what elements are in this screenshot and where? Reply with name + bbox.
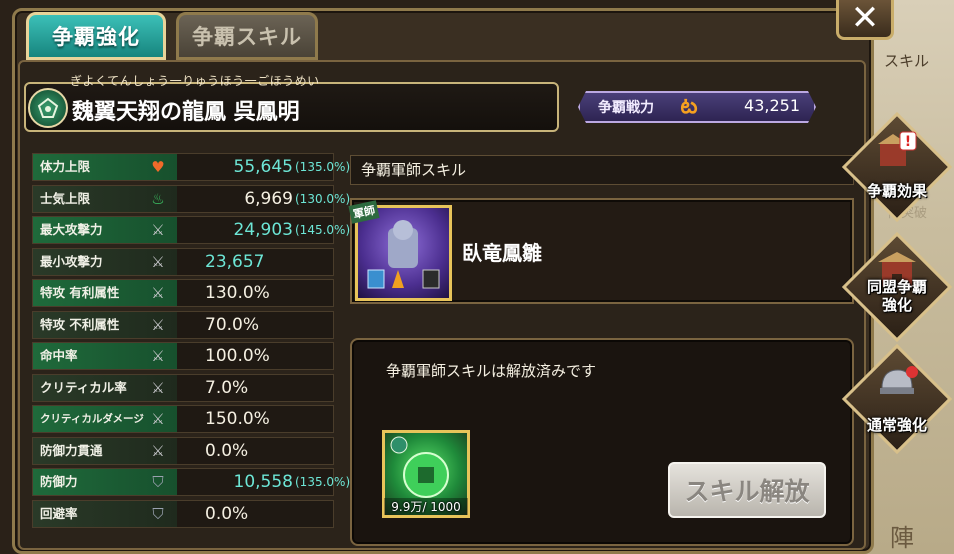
stat-percent: (145.0%) bbox=[295, 223, 351, 237]
fortress-alert-icon: ! bbox=[876, 130, 918, 170]
character-name-ruby: ぎよくてんしょう一りゅうほう一ごほうめい bbox=[70, 74, 320, 88]
stat-row: 防御力 ⛉ 10,558 (135.0%) bbox=[32, 468, 350, 496]
stat-row: 最小攻撃力 ⚔ 23,657 bbox=[32, 247, 334, 276]
stat-value: 10,558 bbox=[233, 472, 293, 492]
stat-row: 士気上限 ♨ 6,969 (130.0%) bbox=[32, 184, 350, 213]
stat-row: クリティカルダメージ ⚔ 150.0% bbox=[32, 405, 334, 433]
sword-icon: ⚔ bbox=[151, 252, 165, 271]
stat-value: 24,903 bbox=[233, 220, 293, 240]
stat-row: 命中率 ⚔ 100.0% bbox=[32, 342, 334, 370]
side-menu-label: 同盟争覇 強化 bbox=[866, 278, 927, 314]
stat-value: 23,657 bbox=[205, 251, 265, 272]
sword-icon: ⚔ bbox=[151, 284, 165, 302]
sword-icon: ⚔ bbox=[151, 315, 165, 334]
stat-value: 7.0% bbox=[205, 377, 249, 398]
side-menu-normal-enhance[interactable]: 通常強化 bbox=[841, 343, 953, 455]
stat-row: 回避率 ⛉ 0.0% bbox=[32, 499, 334, 528]
side-menu-label: 争覇効果 bbox=[866, 182, 927, 200]
helmet-scroll-icon bbox=[876, 362, 918, 402]
shield-icon: ⛉ bbox=[152, 473, 164, 491]
stat-row: クリティカル率 ⚔ 7.0% bbox=[32, 373, 334, 402]
battle-power-label: 争覇戦力 bbox=[598, 100, 654, 116]
stat-value: 100.0% bbox=[205, 346, 270, 366]
item-count: 9.9万/ 1000 bbox=[384, 498, 468, 515]
stat-row: 特攻 有利属性 ⚔ 130.0% bbox=[32, 279, 334, 307]
attribute-emblem-icon bbox=[28, 88, 68, 128]
stat-row: 特攻 不利属性 ⚔ 70.0% bbox=[32, 310, 334, 339]
svg-text:!: ! bbox=[905, 134, 911, 150]
side-menu-alliance-enhance[interactable]: 同盟争覇 強化 bbox=[841, 231, 953, 343]
character-name: 魏翼天翔の龍鳳 呉鳳明 bbox=[72, 100, 300, 125]
sword-icon: ⚔ bbox=[151, 410, 165, 428]
sword-icon: ⚔ bbox=[151, 347, 165, 365]
stat-row: 最大攻撃力 ⚔ 24,903 (145.0%) bbox=[32, 216, 350, 244]
stat-value: 130.0% bbox=[205, 283, 270, 303]
stat-row: 防御力貫通 ⚔ 0.0% bbox=[32, 436, 334, 465]
tab-battle-enhance[interactable]: 争覇強化 bbox=[26, 12, 166, 60]
shield-icon: ⛉ bbox=[152, 504, 164, 523]
stat-percent: (130.0%) bbox=[295, 191, 351, 206]
background-text: スキル bbox=[884, 52, 930, 70]
sword-icon: ⚔ bbox=[151, 378, 165, 397]
stat-value: 55,645 bbox=[233, 157, 293, 177]
tab-battle-skill[interactable]: 争覇スキル bbox=[176, 12, 318, 60]
heart-icon: ♥ bbox=[151, 158, 165, 176]
stat-value: 0.0% bbox=[205, 440, 249, 461]
skill-status-message: 争覇軍師スキルは解放済みです bbox=[386, 362, 597, 380]
skill-unlock-button[interactable]: スキル解放 bbox=[668, 462, 826, 518]
green-flame-icon: ♨ bbox=[151, 189, 165, 208]
stat-value: 150.0% bbox=[205, 409, 270, 429]
stat-percent: (135.0%) bbox=[295, 160, 351, 174]
stat-row: 体力上限 ♥ 55,645 (135.0%) bbox=[32, 153, 350, 181]
side-menu-label: 通常強化 bbox=[866, 416, 927, 434]
background-text: 陣 bbox=[890, 524, 914, 552]
battle-power-value: 43,251 bbox=[744, 96, 800, 115]
stat-percent: (135.0%) bbox=[295, 475, 351, 489]
stat-value: 70.0% bbox=[205, 314, 260, 335]
close-button[interactable]: ✕ bbox=[836, 0, 894, 40]
sword-icon: ⚔ bbox=[151, 441, 165, 460]
side-menu-battle-effect[interactable]: ! 争覇効果 bbox=[841, 111, 953, 223]
stat-value: 6,969 bbox=[244, 188, 293, 209]
stat-value: 0.0% bbox=[205, 503, 249, 524]
flame-swirl-icon: ట bbox=[680, 94, 698, 119]
skill-name: 臥竜鳳雛 bbox=[462, 241, 542, 265]
sword-icon: ⚔ bbox=[151, 221, 165, 239]
skill-section-header: 争覇軍師スキル bbox=[350, 155, 854, 185]
